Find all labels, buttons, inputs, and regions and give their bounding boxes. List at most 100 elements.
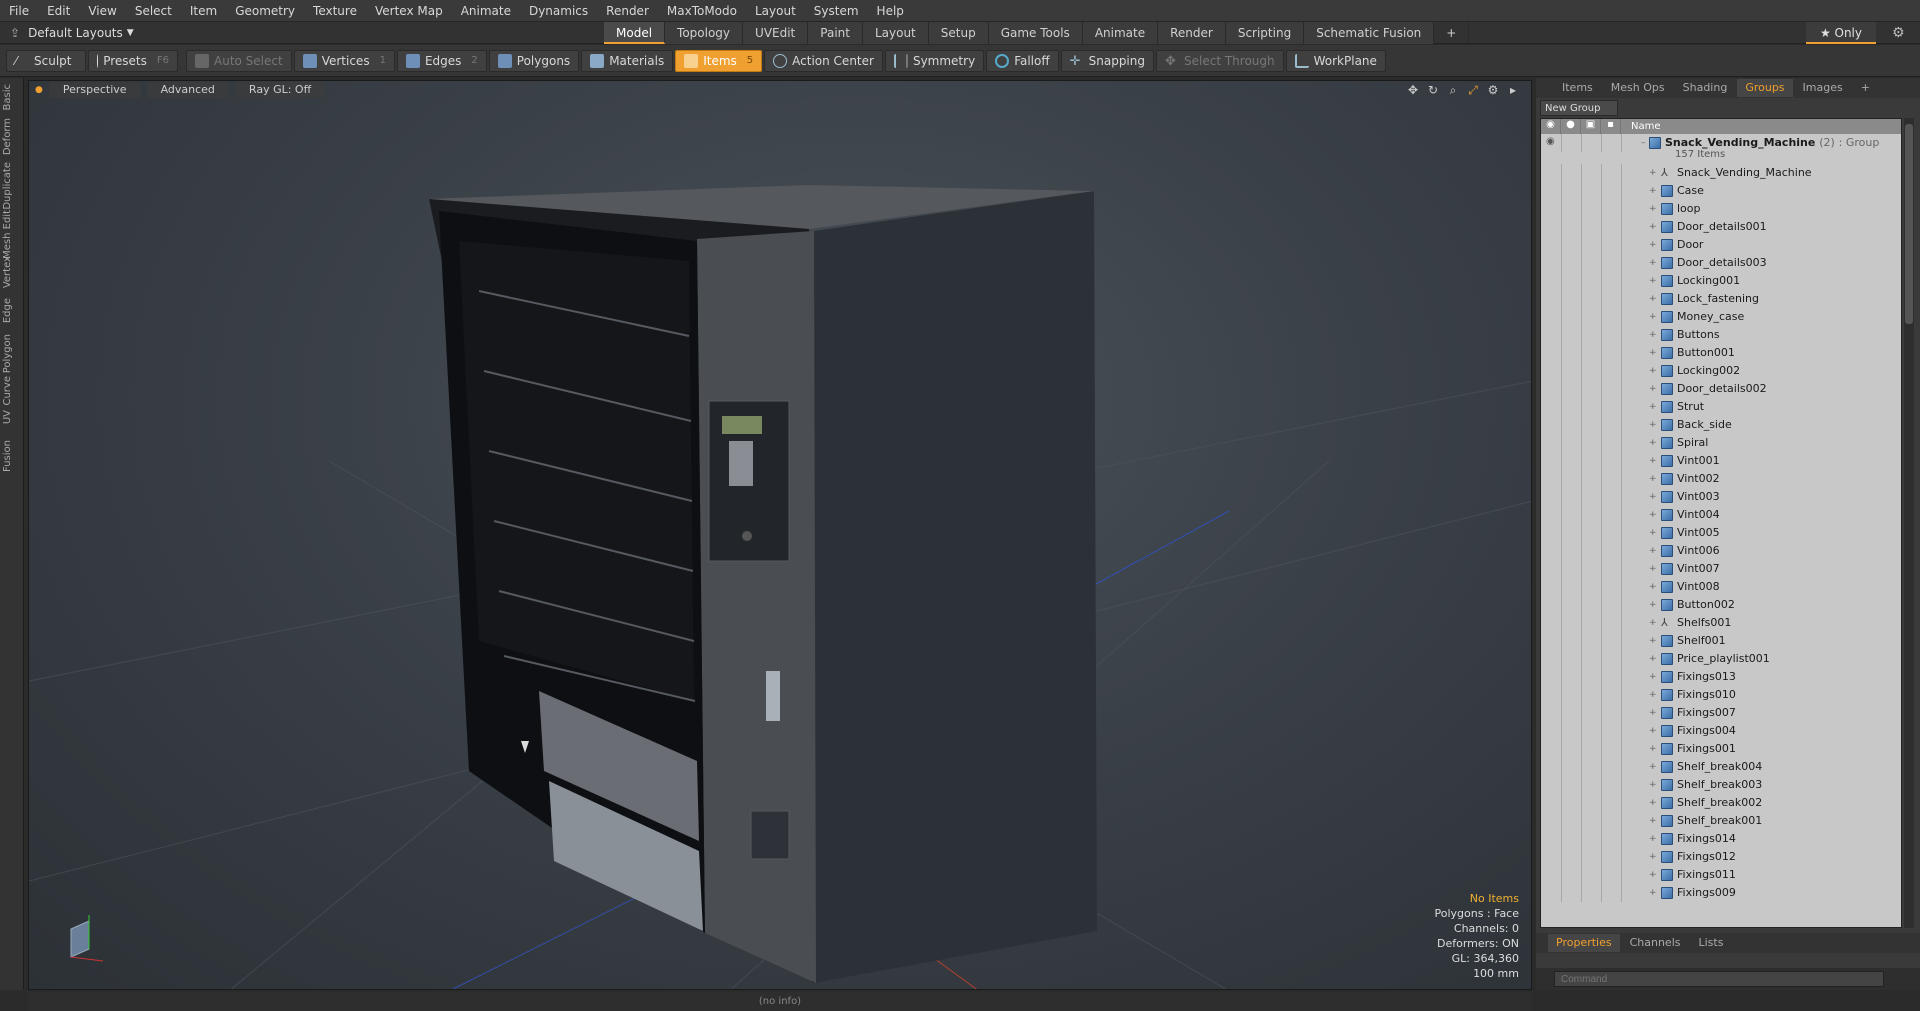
left-tab-curve[interactable]: Curve (2, 376, 22, 406)
tab-items[interactable]: Items (1554, 79, 1601, 97)
expand-icon[interactable]: + (1649, 578, 1657, 596)
menu-geometry[interactable]: Geometry (226, 0, 304, 22)
tab-render[interactable]: Render (1158, 22, 1226, 44)
tree-row[interactable]: + Money_case (1541, 308, 1901, 326)
shading-mode-button[interactable]: Advanced (146, 82, 229, 98)
collapse-icon[interactable]: – (1641, 134, 1646, 152)
expand-icon[interactable]: + (1649, 362, 1657, 380)
tree-row[interactable]: + Fixings010 (1541, 686, 1901, 704)
expand-icon[interactable]: + (1649, 614, 1657, 632)
menu-layout[interactable]: Layout (746, 0, 805, 22)
tree-row[interactable]: + Price_playlist001 (1541, 650, 1901, 668)
materials-button[interactable]: Materials (581, 49, 674, 72)
tab-groups[interactable]: Groups (1737, 79, 1793, 97)
expand-icon[interactable]: + (1649, 650, 1657, 668)
expand-icon[interactable]: + (1649, 776, 1657, 794)
auto-select-button[interactable]: Auto Select (186, 49, 292, 72)
expand-icon[interactable]: + (1649, 308, 1657, 326)
menu-edit[interactable]: Edit (38, 0, 79, 22)
tab-setup[interactable]: Setup (928, 22, 989, 44)
tree-row[interactable]: + Strut (1541, 398, 1901, 416)
menu-texture[interactable]: Texture (304, 0, 366, 22)
visibility-icon[interactable]: ◉ (1541, 119, 1561, 134)
left-tab-basic[interactable]: Basic (2, 84, 22, 110)
expand-icon[interactable]: + (1649, 398, 1657, 416)
left-tab-mesh-edit[interactable]: Mesh Edit (2, 210, 22, 259)
select-through-button[interactable]: ✥ Select Through (1156, 49, 1284, 72)
tree-row[interactable]: + Fixings012 (1541, 848, 1901, 866)
groups-tree[interactable]: ◉ ● ▣ ▪ Name ◉ – Snack_Vending_Machine (… (1540, 118, 1902, 928)
expand-icon[interactable]: + (1649, 272, 1657, 290)
add-tab-button[interactable]: + (1434, 22, 1470, 44)
expand-icon[interactable]: + (1649, 560, 1657, 578)
gear-icon[interactable]: ⚙ (1892, 25, 1908, 41)
left-tab-uv[interactable]: UV (2, 410, 22, 424)
tree-row[interactable]: + Vint003 (1541, 488, 1901, 506)
tree-row[interactable]: + Fixings009 (1541, 884, 1901, 902)
tree-row[interactable]: + Button002 (1541, 596, 1901, 614)
tree-row[interactable]: + Fixings011 (1541, 866, 1901, 884)
fit-icon[interactable]: ⤢ (1465, 83, 1481, 97)
move-view-icon[interactable]: ✥ (1405, 83, 1421, 97)
expand-icon[interactable]: + (1649, 668, 1657, 686)
menu-render[interactable]: Render (597, 0, 658, 22)
tree-row[interactable]: + Fixings013 (1541, 668, 1901, 686)
expand-icon[interactable]: + (1649, 434, 1657, 452)
expand-icon[interactable]: + (1649, 506, 1657, 524)
tree-row[interactable]: + Case (1541, 182, 1901, 200)
only-button[interactable]: ★ Only (1805, 22, 1876, 44)
expand-icon[interactable]: + (1649, 596, 1657, 614)
edges-button[interactable]: Edges 2 (396, 49, 487, 72)
tree-row[interactable]: + Spiral (1541, 434, 1901, 452)
tree-row[interactable]: + Vint005 (1541, 524, 1901, 542)
tab-mesh-ops[interactable]: Mesh Ops (1603, 79, 1673, 97)
tab-uvedit[interactable]: UVEdit (743, 22, 809, 44)
tree-row[interactable]: + Fixings007 (1541, 704, 1901, 722)
tree-scrollbar[interactable] (1904, 118, 1914, 928)
tree-row[interactable]: + ⅄ Shelfs001 (1541, 614, 1901, 632)
menu-animate[interactable]: Animate (452, 0, 520, 22)
tab-model[interactable]: Model (604, 22, 666, 44)
expand-icon[interactable]: + (1649, 830, 1657, 848)
tab-shading[interactable]: Shading (1675, 79, 1736, 97)
tree-row[interactable]: + Door (1541, 236, 1901, 254)
expand-icon[interactable]: + (1649, 236, 1657, 254)
tree-row[interactable]: + Vint008 (1541, 578, 1901, 596)
tab-animate[interactable]: Animate (1082, 22, 1159, 44)
tree-row[interactable]: + Fixings001 (1541, 740, 1901, 758)
tree-row[interactable]: + Fixings004 (1541, 722, 1901, 740)
expand-icon[interactable]: + (1649, 452, 1657, 470)
expand-icon[interactable]: + (1649, 848, 1657, 866)
gear-icon[interactable]: ⚙ (1485, 83, 1501, 97)
left-tab-duplicate[interactable]: Duplicate (2, 162, 22, 210)
tab-scripting[interactable]: Scripting (1225, 22, 1305, 44)
menu-select[interactable]: Select (126, 0, 181, 22)
menu-maxtomodo[interactable]: MaxToModo (658, 0, 746, 22)
expand-icon[interactable]: + (1649, 200, 1657, 218)
tree-row[interactable]: + Shelf_break001 (1541, 812, 1901, 830)
left-tab-fusion[interactable]: Fusion (2, 440, 22, 472)
menu-help[interactable]: Help (868, 0, 913, 22)
render-icon[interactable]: ● (1561, 119, 1581, 134)
tree-row[interactable]: + Buttons (1541, 326, 1901, 344)
expand-icon[interactable]: + (1649, 884, 1657, 902)
menu-item[interactable]: Item (181, 0, 226, 22)
tree-row[interactable]: + Lock_fastening (1541, 290, 1901, 308)
zoom-icon[interactable]: ⌕ (1445, 83, 1461, 97)
symmetry-button[interactable]: Symmetry (884, 49, 985, 72)
polygons-button[interactable]: Polygons (488, 49, 580, 72)
expand-icon[interactable]: + (1649, 344, 1657, 362)
snapping-button[interactable]: ✛ Snapping (1060, 49, 1154, 72)
tab-topology[interactable]: Topology (665, 22, 744, 44)
scrollbar-thumb[interactable] (1905, 124, 1913, 324)
expand-icon[interactable]: + (1649, 254, 1657, 272)
tree-row[interactable]: + Shelf_break003 (1541, 776, 1901, 794)
menu-file[interactable]: File (0, 0, 38, 22)
expand-icon[interactable]: + (1649, 326, 1657, 344)
view-type-button[interactable]: Perspective (48, 82, 141, 98)
tree-row[interactable]: + Fixings014 (1541, 830, 1901, 848)
expand-icon[interactable]: + (1649, 524, 1657, 542)
items-button[interactable]: Items 5 (675, 49, 763, 72)
tree-row[interactable]: + Door_details003 (1541, 254, 1901, 272)
tree-row[interactable]: + Vint001 (1541, 452, 1901, 470)
